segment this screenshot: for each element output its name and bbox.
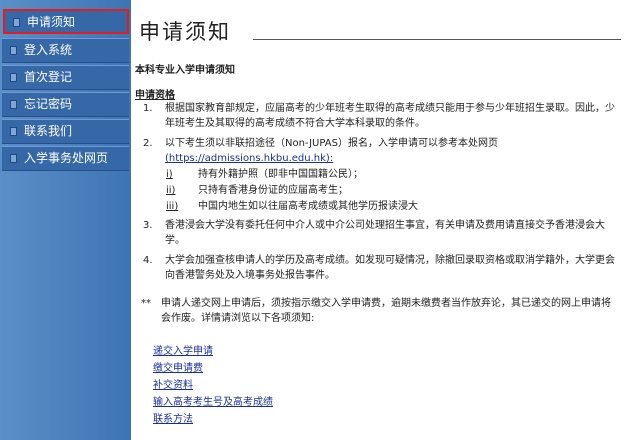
sidebar-item-register[interactable]: 首次登记 <box>2 65 129 90</box>
sidebar-item-label: 申请须知 <box>27 15 76 29</box>
sidebar-item-admissions-office[interactable]: 入学事务处网页 <box>2 146 129 171</box>
bullet-square-icon <box>10 154 17 163</box>
link-enter-exam-results[interactable]: 输入高考考生号及高考成绩 <box>153 394 273 411</box>
title-divider <box>253 39 621 40</box>
page-subtitle: 本科专业入学申请须知 <box>135 65 235 76</box>
sub-item-text: 只持有香港身份证的应届高考生； <box>198 185 348 196</box>
sidebar-item-label: 登入系统 <box>24 43 73 57</box>
sidebar-item-label: 入学事务处网页 <box>24 151 109 165</box>
link-pay-fee[interactable]: 缴交申请费 <box>153 360 273 377</box>
link-submit-application[interactable]: 递交入学申请 <box>153 343 273 360</box>
item-text: 以下考生须以非联招途径（Non-JUPAS）报名，入学申请可以参考本处网页 <box>165 138 498 149</box>
main-content: 申请须知 本科专业入学申请须知 申请资格 1. 根据国家教育部规定，应届高考的少… <box>131 0 630 440</box>
link-supplement-documents[interactable]: 补交资料 <box>153 377 273 394</box>
link-contact[interactable]: 联系方法 <box>153 411 273 428</box>
requirements-heading: 申请资格 <box>135 90 175 101</box>
admissions-website-link[interactable]: (https://admissions.hkbu.edu.hk): <box>165 153 333 164</box>
sidebar-item-login[interactable]: 登入系统 <box>2 38 129 63</box>
sub-item-text: 持有外籍护照（即非中国国籍公民）； <box>198 169 363 180</box>
sub-item-number: ii) <box>166 185 176 196</box>
item-number: 3. <box>143 220 153 231</box>
sub-item-text: 中国内地生如以往届高考成绩或其他学历报读浸大 <box>198 201 418 212</box>
bullet-square-icon <box>13 18 20 27</box>
sub-item-number: iii) <box>166 201 179 212</box>
item-number: 4. <box>143 255 153 266</box>
fee-note: ** 申请人递交网上申请后，须按指示缴交入学申请费，逾期未缴费者当作放弃论，其已… <box>141 296 616 326</box>
bullet-square-icon <box>10 100 17 109</box>
sidebar-item-contact-us[interactable]: 联系我们 <box>2 119 129 144</box>
sub-item-number: i) <box>166 169 173 180</box>
item-number: 1. <box>143 103 153 114</box>
related-links: 递交入学申请 缴交申请费 补交资料 输入高考考生号及高考成绩 联系方法 <box>153 343 273 428</box>
list-item: 4. 大学会加强查核申请人的学历及高考成绩。如发现可疑情况，除撤回录取资格或取消… <box>135 253 619 283</box>
sidebar-item-label: 联系我们 <box>24 124 73 138</box>
item-text: 香港浸会大学没有委托任何中介人或中介公司处理招生事宜，有关申请及费用请直接交予香… <box>165 220 605 246</box>
list-item: 2. 以下考生须以非联招途径（Non-JUPAS）报名，入学申请可以参考本处网页… <box>135 136 619 166</box>
sidebar-item-label: 首次登记 <box>24 70 73 84</box>
sidebar-item-application-notes[interactable]: 申请须知 <box>3 9 129 34</box>
note-marker: ** <box>141 298 151 309</box>
sidebar: 申请须知 登入系统 首次登记 忘记密码 联系我们 入学事务处网页 <box>0 0 131 440</box>
item-text: 根据国家教育部规定，应届高考的少年班考生取得的高考成绩只能用于参与少年班招生录取… <box>165 103 615 129</box>
bullet-square-icon <box>10 46 17 55</box>
note-text: 申请人递交网上申请后，须按指示缴交入学申请费，逾期未缴费者当作放弃论，其已递交的… <box>161 298 611 324</box>
sidebar-item-label: 忘记密码 <box>24 97 73 111</box>
list-item: 3. 香港浸会大学没有委托任何中介人或中介公司处理招生事宜，有关申请及费用请直接… <box>135 218 619 248</box>
item-number: 2. <box>143 138 153 149</box>
bullet-square-icon <box>10 73 17 82</box>
item-text: 大学会加强查核申请人的学历及高考成绩。如发现可疑情况，除撤回录取资格或取消学籍外… <box>165 255 615 281</box>
sidebar-item-forgot-password[interactable]: 忘记密码 <box>2 92 129 117</box>
page-title: 申请须知 <box>139 20 231 44</box>
list-item: 1. 根据国家教育部规定，应届高考的少年班考生取得的高考成绩只能用于参与少年班招… <box>135 101 619 131</box>
bullet-square-icon <box>10 127 17 136</box>
